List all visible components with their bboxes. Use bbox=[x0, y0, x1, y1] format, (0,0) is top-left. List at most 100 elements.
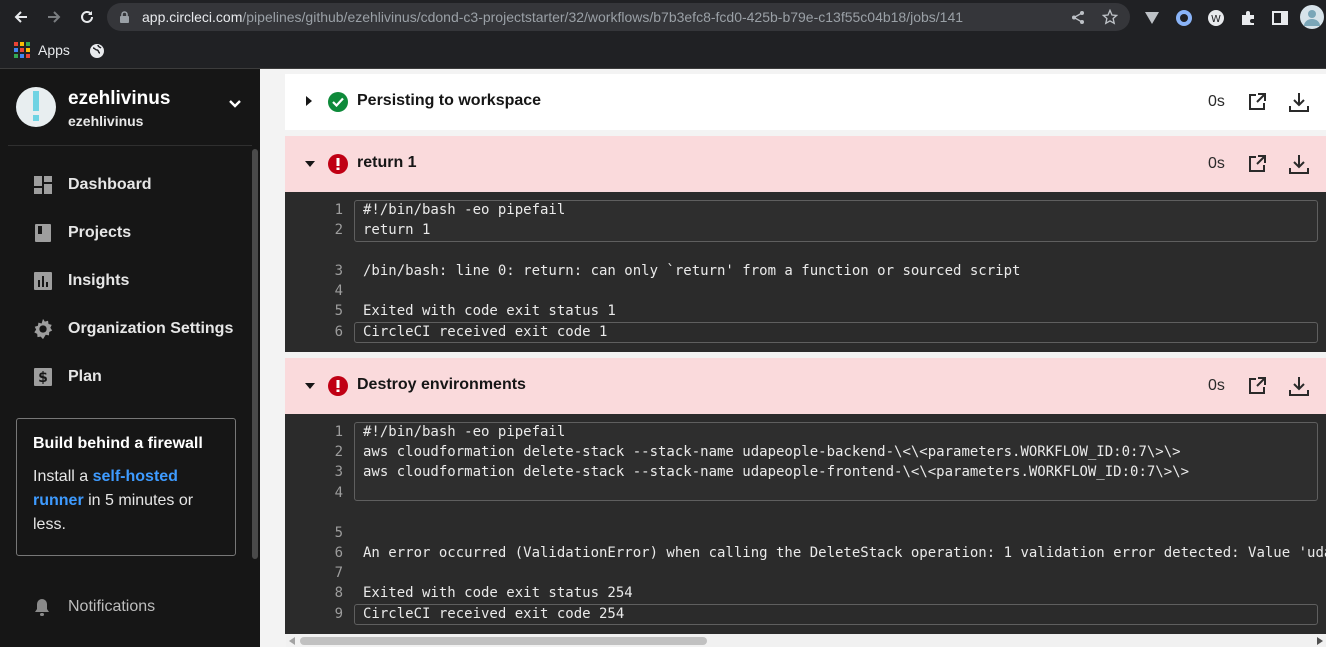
url-host: app.circleci.com bbox=[142, 9, 243, 25]
step-header-return-1[interactable]: return 1 0s bbox=[285, 136, 1326, 192]
forward-arrow-icon bbox=[48, 11, 61, 23]
reload-icon bbox=[81, 10, 93, 23]
sidebar-item-plan[interactable]: $ Plan bbox=[32, 362, 242, 392]
svg-text:$: $ bbox=[38, 370, 48, 386]
extension-ring-icon[interactable] bbox=[1174, 8, 1194, 28]
step-header-persisting[interactable]: Persisting to workspace 0s bbox=[285, 74, 1326, 130]
extension-v-icon[interactable] bbox=[1142, 8, 1162, 28]
extension-w-icon[interactable]: W bbox=[1206, 8, 1226, 28]
globe-icon[interactable] bbox=[89, 43, 105, 59]
log-line: 6 An error occurred (ValidationError) whe… bbox=[285, 544, 1326, 564]
line-text: CircleCI received exit code 254 bbox=[363, 606, 625, 622]
org-avatar bbox=[16, 87, 56, 127]
line-number: 4 bbox=[334, 485, 343, 501]
url-path: /pipelines/github/ezehlivinus/cdond-c3-p… bbox=[242, 9, 964, 25]
open-external-icon[interactable] bbox=[1247, 154, 1267, 174]
line-text: return 1 bbox=[363, 222, 431, 238]
line-number: 3 bbox=[334, 464, 343, 480]
step-title: return 1 bbox=[357, 154, 417, 171]
caret-down-icon[interactable] bbox=[305, 160, 315, 168]
promo-card: Build behind a firewall Install a self-h… bbox=[16, 418, 236, 556]
sidebar-item-label: Plan bbox=[68, 368, 102, 385]
line-text: An error occurred (ValidationError) when… bbox=[363, 545, 1326, 561]
back-arrow-icon bbox=[14, 11, 27, 23]
side-panel-icon[interactable] bbox=[1270, 8, 1290, 28]
line-text: /bin/bash: line 0: return: can only `ret… bbox=[363, 263, 1021, 279]
sidebar: ezehlivinus ezehlivinus Dashboard Projec… bbox=[0, 69, 260, 647]
step-title: Persisting to workspace bbox=[357, 92, 542, 109]
step-duration: 0s bbox=[1208, 155, 1225, 172]
line-number: 4 bbox=[334, 283, 343, 299]
line-number: 2 bbox=[334, 444, 343, 460]
sidebar-item-label: Insights bbox=[68, 272, 130, 289]
sidebar-scrollbar[interactable] bbox=[252, 149, 258, 559]
line-number: 1 bbox=[334, 424, 343, 440]
horizontal-scrollbar[interactable] bbox=[286, 634, 1326, 647]
dashboard-icon bbox=[32, 174, 54, 196]
step-header-destroy-environments[interactable]: Destroy environments 0s bbox=[285, 358, 1326, 414]
sidebar-item-dashboard[interactable]: Dashboard bbox=[32, 170, 242, 200]
log-line: 5 Exited with code exit status 1 bbox=[285, 302, 1326, 322]
sidebar-divider bbox=[8, 145, 252, 146]
log-line: 5 bbox=[285, 524, 1326, 544]
log-line: 7 bbox=[285, 564, 1326, 584]
projects-icon bbox=[32, 222, 54, 244]
download-icon[interactable] bbox=[1288, 91, 1310, 113]
caret-down-icon[interactable] bbox=[305, 382, 315, 390]
org-switcher[interactable]: ezehlivinus ezehlivinus bbox=[16, 87, 246, 131]
back-button[interactable] bbox=[8, 4, 34, 30]
error-icon bbox=[328, 376, 348, 396]
line-number: 6 bbox=[334, 545, 343, 561]
gear-icon bbox=[32, 318, 54, 340]
sidebar-item-insights[interactable]: Insights bbox=[32, 266, 242, 296]
dollar-icon: $ bbox=[32, 366, 54, 388]
insights-icon bbox=[32, 270, 54, 292]
apps-grid-icon bbox=[14, 42, 30, 58]
bookmark-apps[interactable]: Apps bbox=[14, 42, 70, 58]
log-line: 1 #!/bin/bash -eo pipefail bbox=[285, 201, 1326, 221]
log-line: 2 aws cloudformation delete-stack --stack… bbox=[285, 443, 1326, 463]
forward-button[interactable] bbox=[41, 4, 67, 30]
chevron-down-icon bbox=[229, 100, 241, 108]
profile-avatar[interactable] bbox=[1300, 5, 1324, 29]
reload-button[interactable] bbox=[74, 4, 100, 30]
line-text: Exited with code exit status 254 bbox=[363, 585, 633, 601]
bookmarks-bar: Apps bbox=[0, 35, 1326, 69]
line-text: CircleCI received exit code 1 bbox=[363, 324, 608, 340]
terminal-output-destroy-environments: 1 #!/bin/bash -eo pipefail 2 aws cloudform… bbox=[285, 414, 1326, 634]
sidebar-item-projects[interactable]: Projects bbox=[32, 218, 242, 248]
org-subname: ezehlivinus bbox=[68, 113, 144, 129]
line-number: 1 bbox=[334, 202, 343, 218]
horizontal-scroll-thumb[interactable] bbox=[300, 637, 707, 645]
bell-icon bbox=[35, 599, 49, 616]
org-name: ezehlivinus bbox=[68, 88, 171, 109]
log-line: 9 CircleCI received exit code 254 bbox=[285, 605, 1326, 625]
sidebar-item-organization-settings[interactable]: Organization Settings bbox=[32, 314, 242, 344]
share-icon[interactable] bbox=[1071, 10, 1086, 25]
caret-right-icon[interactable] bbox=[305, 96, 313, 106]
sidebar-item-label: Dashboard bbox=[68, 176, 152, 193]
line-number: 9 bbox=[334, 606, 343, 622]
open-external-icon[interactable] bbox=[1247, 376, 1267, 396]
scroll-left-arrow-icon[interactable] bbox=[289, 637, 296, 645]
log-line: 3 aws cloudformation delete-stack --stack… bbox=[285, 463, 1326, 483]
promo-title: Build behind a firewall bbox=[33, 435, 203, 452]
download-icon[interactable] bbox=[1288, 375, 1310, 397]
download-icon[interactable] bbox=[1288, 153, 1310, 175]
success-check-icon bbox=[328, 92, 348, 112]
browser-toolbar: app.circleci.com/pipelines/github/ezehli… bbox=[0, 0, 1326, 35]
job-steps-panel: Persisting to workspace 0s return 1 0s 1… bbox=[260, 69, 1326, 647]
line-number: 8 bbox=[334, 585, 343, 601]
notifications-label: Notifications bbox=[68, 598, 156, 615]
star-icon[interactable] bbox=[1102, 9, 1118, 25]
step-duration: 0s bbox=[1208, 93, 1225, 110]
line-number: 7 bbox=[334, 565, 343, 581]
line-text: aws cloudformation delete-stack --stack-… bbox=[363, 464, 1190, 480]
address-bar[interactable]: app.circleci.com/pipelines/github/ezehli… bbox=[107, 3, 1130, 31]
open-external-icon[interactable] bbox=[1247, 92, 1267, 112]
extensions-puzzle-icon[interactable] bbox=[1238, 8, 1258, 28]
promo-body: Install a self-hosted runner in 5 minute… bbox=[33, 465, 219, 537]
sidebar-item-notifications[interactable]: Notifications bbox=[32, 597, 155, 617]
line-number: 5 bbox=[334, 525, 343, 541]
scroll-right-arrow-icon[interactable] bbox=[1316, 637, 1323, 645]
